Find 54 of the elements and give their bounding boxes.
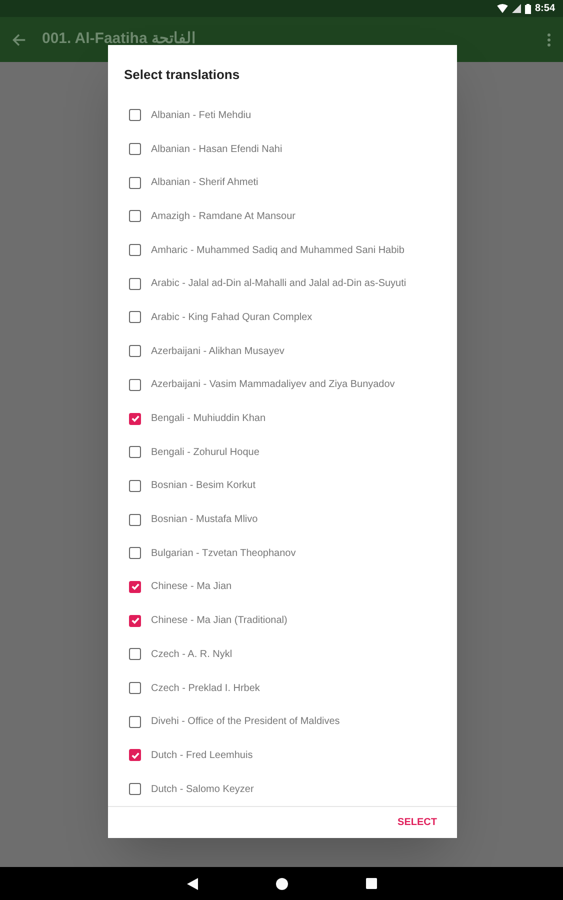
translation-label[interactable]: Czech - A. R. Nykl: [151, 646, 232, 662]
checkbox[interactable]: [129, 783, 141, 796]
recents-square-icon[interactable]: [366, 878, 376, 889]
checkbox[interactable]: [129, 514, 141, 526]
checkbox[interactable]: [129, 547, 141, 560]
checkbox[interactable]: [129, 648, 141, 660]
checkbox[interactable]: [129, 412, 141, 425]
checkbox[interactable]: [129, 446, 141, 458]
checkbox[interactable]: [129, 109, 141, 122]
checkbox[interactable]: [129, 345, 141, 358]
checkbox[interactable]: [129, 716, 141, 728]
translation-label[interactable]: Dutch - Fred Leemhuis: [151, 748, 253, 763]
checkbox[interactable]: [129, 311, 141, 324]
checkbox[interactable]: [129, 614, 141, 627]
translation-label[interactable]: Chinese - Ma Jian: [151, 579, 232, 594]
translation-label[interactable]: Bulgarian - Tzvetan Theophanov: [151, 546, 296, 561]
translation-label[interactable]: Amazigh - Ramdane At Mansour: [151, 208, 296, 224]
back-arrow-icon[interactable]: [12, 32, 26, 46]
translation-label[interactable]: Bosnian - Mustafa Mlivo: [151, 512, 258, 528]
checkbox[interactable]: [129, 580, 141, 593]
home-circle-icon[interactable]: [276, 878, 288, 890]
checkbox[interactable]: [129, 176, 141, 189]
wifi-icon: [496, 4, 508, 13]
battery-icon: [524, 4, 531, 14]
status-time: 8:54: [534, 2, 555, 16]
app-bar-title: 001. Al-Faatiha الفاتحة: [42, 29, 196, 50]
checkbox[interactable]: [129, 278, 141, 290]
signal-icon: [512, 4, 521, 13]
back-triangle-icon[interactable]: [186, 878, 198, 890]
checkbox[interactable]: [129, 210, 141, 222]
checkbox[interactable]: [129, 143, 141, 156]
translation-label[interactable]: Azerbaijani - Alikhan Musayev: [151, 344, 284, 359]
more-options-icon[interactable]: [547, 32, 551, 46]
translation-label[interactable]: Czech - Preklad I. Hrbek: [151, 680, 260, 696]
translation-label[interactable]: Arabic - King Fahad Quran Complex: [151, 310, 312, 325]
select-button[interactable]: SELECT: [394, 810, 441, 834]
translation-label[interactable]: Azerbaijani - Vasim Mammadaliyev and Ziya Bunyadov: [151, 377, 395, 392]
checkbox[interactable]: [129, 749, 141, 762]
translation-label[interactable]: Divehi - Office of the President of Maldives: [151, 714, 340, 730]
translation-label[interactable]: Amharic - Muhammed Sadiq and Muhammed Sani Habib: [151, 242, 404, 258]
translation-label[interactable]: Chinese - Ma Jian (Traditional): [151, 613, 288, 628]
checkbox[interactable]: [129, 480, 141, 492]
dialog-title: Select translations: [123, 66, 241, 84]
translation-label[interactable]: Bosnian - Besim Korkut: [151, 478, 256, 494]
translation-label[interactable]: Albanian - Feti Mehdiu: [151, 108, 252, 123]
translation-label[interactable]: Bengali - Muhiuddin Khan: [151, 411, 266, 426]
checkbox[interactable]: [129, 378, 141, 391]
checkbox[interactable]: [129, 244, 141, 256]
translation-label[interactable]: Dutch - Salomo Keyzer: [151, 782, 254, 797]
translation-label[interactable]: Bengali - Zohurul Hoque: [151, 444, 260, 460]
translation-label[interactable]: Arabic - Jalal ad-Din al-Mahalli and Jalal ad-Din as-Suyuti: [151, 276, 406, 292]
translation-label[interactable]: Albanian - Sherif Ahmeti: [151, 175, 258, 190]
checkbox[interactable]: [129, 682, 141, 694]
translation-label[interactable]: Albanian - Hasan Efendi Nahi: [151, 142, 282, 157]
